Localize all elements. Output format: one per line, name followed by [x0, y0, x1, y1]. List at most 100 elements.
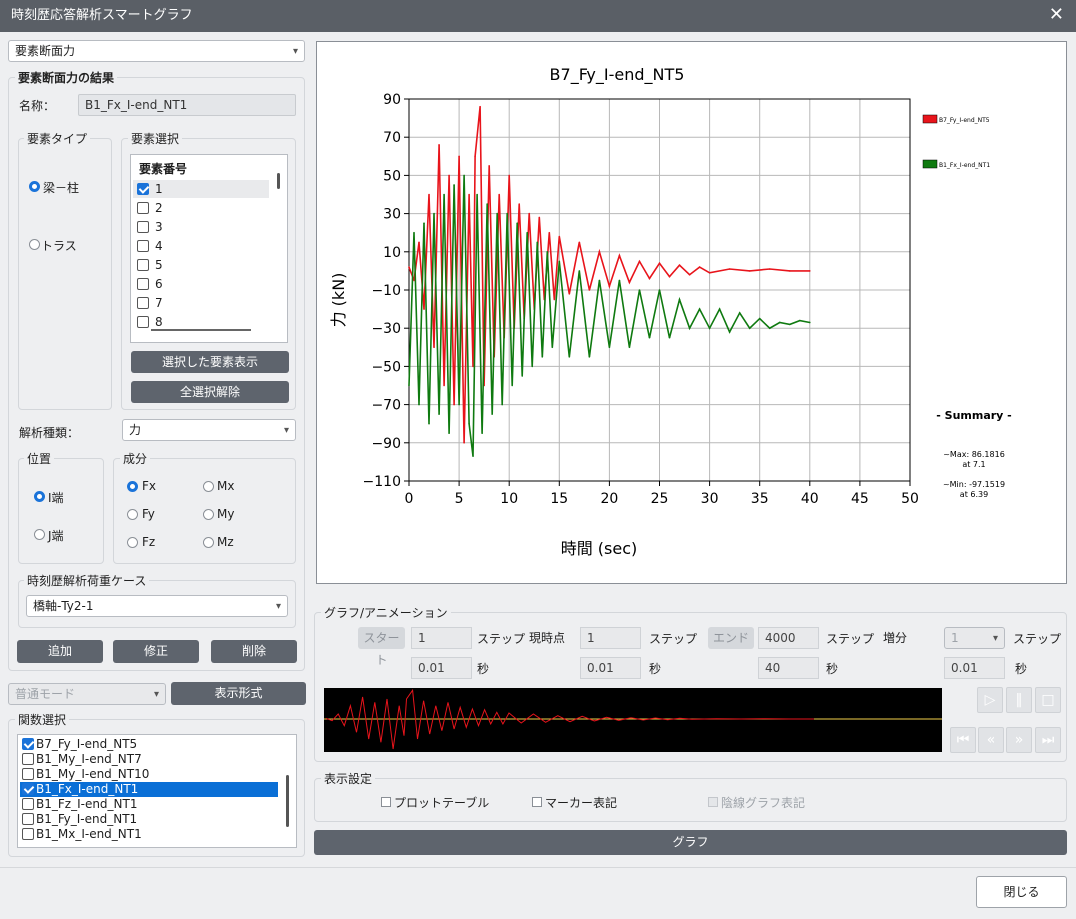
radio-fx[interactable] — [127, 481, 138, 492]
last-frame-icon[interactable]: ⏭ — [1035, 727, 1061, 753]
data-point — [468, 422, 470, 425]
radio-fz[interactable] — [127, 537, 138, 548]
func-checkbox[interactable] — [22, 813, 34, 825]
show-selected-button[interactable]: 選択した要素表示 — [131, 351, 289, 373]
func-list-item[interactable]: B7_Fy_I-end_NT5 — [20, 737, 278, 752]
data-point — [413, 231, 415, 234]
radio-my[interactable] — [203, 509, 214, 520]
radio-i-end-label: I端 — [48, 491, 64, 505]
radio-mz[interactable] — [203, 537, 214, 548]
func-list-item[interactable]: B1_My_I-end_NT7 — [20, 752, 278, 767]
graph-button[interactable]: グラフ — [314, 830, 1067, 855]
func-checkbox[interactable] — [22, 768, 34, 780]
func-list-item[interactable]: B1_Mx_I-end_NT1 — [20, 827, 278, 842]
func-list-item[interactable]: B1_Fy_I-end_NT1 — [20, 812, 278, 827]
pause-icon[interactable]: ‖ — [1006, 687, 1032, 713]
start-step-field[interactable]: 1 — [411, 627, 472, 649]
display-format-button[interactable]: 表示形式 — [171, 682, 306, 705]
end-button[interactable]: エンド — [708, 627, 754, 649]
elem-checkbox[interactable] — [137, 316, 149, 328]
close-icon[interactable]: ✕ — [1049, 0, 1064, 30]
func-checkbox[interactable] — [22, 753, 34, 765]
first-frame-icon[interactable]: ⏮ — [950, 727, 976, 753]
data-point — [408, 384, 410, 387]
elem-checkbox[interactable] — [137, 221, 149, 233]
radio-fy[interactable] — [127, 509, 138, 520]
elem-checkbox[interactable] — [137, 297, 149, 309]
data-point — [463, 174, 465, 177]
elem-checkbox[interactable] — [137, 240, 149, 252]
data-point — [448, 174, 450, 177]
func-checkbox[interactable] — [22, 738, 34, 750]
results-group-label: 要素断面力の結果 — [15, 69, 118, 86]
graph-panel: B7_Fy_I-end_NT5 0 5 10 15 20 25 30 35 40 45 50 90 70… — [316, 41, 1067, 584]
elem-row-label: 6 — [155, 277, 163, 291]
func-list[interactable]: B7_Fy_I-end_NT5 B1_My_I-end_NT7 B1_My_I-en… — [17, 734, 297, 848]
func-checkbox[interactable] — [22, 783, 34, 795]
data-point — [568, 356, 571, 358]
data-point — [809, 321, 811, 324]
close-button[interactable]: 閉じる — [976, 876, 1067, 908]
func-checkbox[interactable] — [22, 798, 34, 810]
mode-select[interactable]: 要素断面力 ▾ — [8, 40, 305, 62]
add-button[interactable]: 追加 — [17, 640, 103, 663]
marker-checkbox[interactable] — [532, 797, 542, 807]
y-tick-label: 50 — [383, 168, 401, 184]
func-list-item[interactable]: B1_Fz_I-end_NT1 — [20, 797, 278, 812]
y-tick-label: −90 — [371, 436, 401, 452]
data-point — [578, 270, 581, 272]
elem-checkbox[interactable] — [137, 183, 149, 195]
increment-select[interactable]: 1 ▾ — [944, 627, 1005, 649]
end-step-field[interactable]: 4000 — [758, 627, 819, 649]
waveform-preview[interactable] — [324, 688, 942, 752]
data-point — [628, 346, 631, 349]
summary-min: ~Min: -97.1519 — [943, 480, 1005, 489]
modify-button[interactable]: 修正 — [113, 640, 199, 663]
current-label: 現時点 — [529, 631, 566, 645]
elem-checkbox[interactable] — [137, 202, 149, 214]
radio-j-end[interactable] — [34, 529, 45, 540]
y-axis-label: 力 (kN) — [329, 273, 348, 328]
func-list-item[interactable]: B1_My_I-end_NT10 — [20, 767, 278, 782]
data-point — [438, 144, 440, 146]
start-sec-field[interactable]: 0.01 — [411, 657, 472, 679]
elem-checkbox[interactable] — [137, 278, 149, 290]
func-item-label: B1_Mx_I-end_NT1 — [36, 827, 142, 841]
delete-button[interactable]: 削除 — [211, 640, 297, 663]
current-sec-field[interactable]: 0.01 — [580, 657, 641, 679]
clear-all-button[interactable]: 全選択解除 — [131, 381, 289, 403]
data-point — [474, 155, 476, 158]
loadcase-select[interactable]: 橋軸-Ty2-1 ▾ — [26, 595, 288, 617]
data-point — [443, 193, 445, 196]
fast-forward-icon[interactable]: » — [1006, 727, 1032, 753]
inc-sec-field[interactable]: 0.01 — [944, 657, 1005, 679]
func-list-scrollbar[interactable] — [286, 775, 289, 827]
y-tick-label: −110 — [363, 474, 401, 490]
elem-list-scrollbar[interactable] — [277, 173, 280, 189]
rewind-icon[interactable]: « — [978, 727, 1004, 753]
start-button[interactable]: スタート — [358, 627, 405, 667]
func-item-label: B1_Fx_I-end_NT1 — [36, 782, 139, 796]
radio-fz-label: Fz — [142, 535, 156, 549]
current-step-field[interactable]: 1 — [580, 627, 641, 649]
play-icon[interactable]: ▷ — [977, 687, 1003, 713]
elem-list[interactable]: 要素番号 1 2 3 4 5 6 7 8 — [130, 154, 288, 343]
hidden-line-checkbox[interactable] — [708, 797, 718, 807]
data-point — [658, 262, 661, 265]
radio-truss[interactable] — [29, 239, 40, 250]
stop-icon[interactable]: □ — [1035, 687, 1061, 713]
data-point — [551, 346, 554, 349]
func-list-item[interactable]: B1_Fx_I-end_NT1 — [20, 782, 278, 797]
analysis-type-select[interactable]: 力 ▾ — [122, 419, 296, 441]
elem-list-hscrollbar[interactable] — [151, 329, 251, 331]
data-point — [472, 455, 474, 457]
name-field[interactable]: B1_Fx_I-end_NT1 — [78, 94, 296, 116]
radio-mx[interactable] — [203, 481, 214, 492]
func-checkbox[interactable] — [22, 828, 34, 840]
radio-i-end[interactable] — [34, 491, 45, 502]
end-sec-field[interactable]: 40 — [758, 657, 819, 679]
y-tick-label: 30 — [383, 207, 401, 223]
plot-table-checkbox[interactable] — [381, 797, 391, 807]
elem-checkbox[interactable] — [137, 259, 149, 271]
radio-beam-column[interactable] — [29, 181, 40, 192]
